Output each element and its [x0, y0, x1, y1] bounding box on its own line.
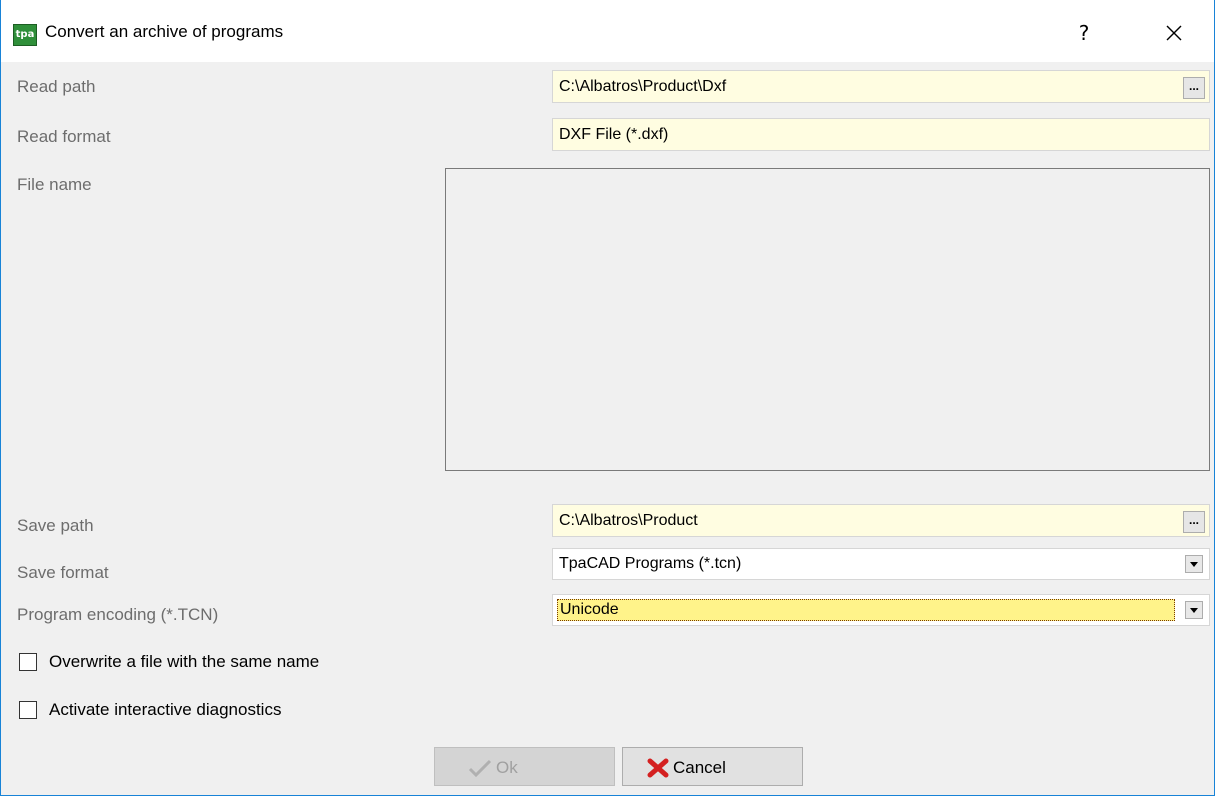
file-name-label: File name [17, 175, 92, 194]
save-path-value: C:\Albatros\Product [559, 512, 698, 529]
encoding-selected-highlight: Unicode [557, 599, 1175, 621]
read-path-field[interactable]: C:\Albatros\Product\Dxf [552, 70, 1210, 103]
help-icon: ? [1078, 21, 1090, 45]
browse-icon: ... [1188, 513, 1199, 527]
save-format-dropdown-button[interactable] [1185, 555, 1203, 573]
app-icon: tpa [13, 24, 37, 46]
save-format-select[interactable]: TpaCAD Programs (*.tcn) [552, 548, 1210, 580]
close-icon [1166, 25, 1182, 41]
read-format-field[interactable]: DXF File (*.dxf) [552, 118, 1210, 151]
read-format-label: Read format [17, 127, 111, 146]
save-path-label: Save path [17, 516, 94, 535]
close-button[interactable] [1149, 14, 1199, 52]
read-path-browse-button[interactable]: ... [1183, 77, 1205, 99]
cancel-label: Cancel [673, 758, 726, 777]
encoding-dropdown-button[interactable] [1185, 601, 1203, 619]
read-path-label: Read path [17, 77, 96, 96]
cancel-x-icon [647, 758, 669, 778]
read-format-value: DXF File (*.dxf) [559, 126, 669, 143]
ok-label: Ok [496, 758, 518, 777]
encoding-value: Unicode [560, 601, 619, 618]
diagnostics-label[interactable]: Activate interactive diagnostics [49, 700, 281, 720]
help-button[interactable]: ? [1061, 14, 1107, 52]
save-format-label: Save format [17, 563, 109, 582]
chevron-down-icon [1190, 562, 1198, 567]
checkmark-icon [468, 759, 492, 777]
dialog-window: tpa Convert an archive of programs ? Rea… [0, 0, 1215, 796]
encoding-select[interactable]: Unicode [552, 594, 1210, 626]
save-format-value: TpaCAD Programs (*.tcn) [559, 555, 742, 572]
browse-icon: ... [1188, 79, 1199, 93]
chevron-down-icon [1190, 608, 1198, 613]
encoding-label: Program encoding (*.TCN) [17, 605, 219, 624]
file-name-list[interactable] [445, 168, 1210, 471]
window-title: Convert an archive of programs [45, 22, 284, 41]
overwrite-label[interactable]: Overwrite a file with the same name [49, 652, 319, 672]
cancel-button[interactable]: Cancel [622, 747, 803, 786]
save-path-browse-button[interactable]: ... [1183, 511, 1205, 533]
title-bar: tpa Convert an archive of programs ? [1, 0, 1214, 62]
save-path-field[interactable]: C:\Albatros\Product [552, 504, 1210, 537]
diagnostics-checkbox[interactable] [19, 701, 37, 719]
overwrite-checkbox[interactable] [19, 653, 37, 671]
ok-button[interactable]: Ok [434, 747, 615, 786]
read-path-value: C:\Albatros\Product\Dxf [559, 78, 727, 95]
